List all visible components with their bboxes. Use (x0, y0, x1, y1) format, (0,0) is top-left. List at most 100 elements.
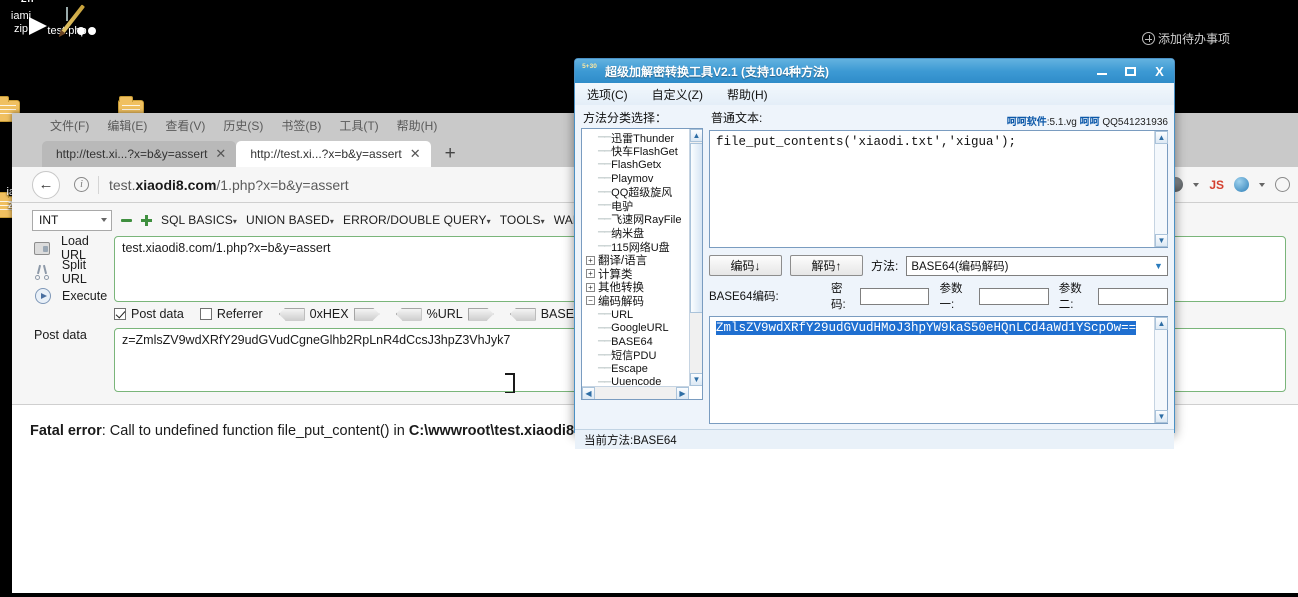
collapse-icon[interactable] (121, 218, 132, 222)
scroll-down-button[interactable]: ▼ (690, 373, 702, 386)
scroll-up-button[interactable]: ▲ (1155, 317, 1168, 330)
plain-text-label: 普通文本: (711, 111, 763, 125)
chevron-down-icon[interactable] (1259, 182, 1265, 187)
expand-node-icon[interactable]: + (586, 282, 595, 292)
hackbar-type-select[interactable]: INT (32, 209, 112, 231)
chevron-down-icon[interactable] (1193, 182, 1200, 187)
tree-node[interactable]: ── GoogleURL (582, 321, 702, 335)
plain-text-input[interactable]: file_put_contents('xiaodi.txt','xigua');… (709, 130, 1168, 248)
tree-node[interactable]: ── FlashGetx (582, 158, 702, 172)
hackbar-menu-tools[interactable]: TOOLS▾ (500, 213, 545, 227)
tool-right-panel: 普通文本: 呵呵软件:5.1.vg 呵呵 QQ541231936 file_pu… (709, 109, 1169, 424)
desktop-icon-test-php[interactable]: test.php (30, 4, 104, 38)
decode-arrow-icon[interactable] (395, 307, 422, 321)
hex-encoder[interactable]: 0xHEX (278, 307, 380, 321)
menu-history[interactable]: 历史(S) (223, 117, 263, 134)
scroll-up-button[interactable]: ▲ (690, 129, 702, 142)
load-url-button[interactable]: Load URL (34, 234, 114, 262)
scrollbar-thumb[interactable] (690, 143, 702, 313)
tree-node[interactable]: − 编码解码 (582, 294, 702, 308)
scroll-down-button[interactable]: ▼ (1155, 234, 1168, 247)
menu-tools[interactable]: 工具(T) (339, 117, 378, 134)
encode-button[interactable]: 编码↓ (709, 255, 782, 276)
browser-tab-2[interactable]: http://test.xi...?x=b&y=assert ✕ (236, 141, 431, 167)
decode-arrow-icon[interactable] (278, 307, 305, 321)
result-output[interactable]: ZmlsZV9wdXRfY29udGVudHMoJ3hpYW9kaS50eHQn… (709, 316, 1168, 424)
new-tab-button[interactable]: + (431, 143, 468, 167)
globe-blue-icon[interactable] (1234, 177, 1249, 192)
split-url-label: Split URL (61, 258, 87, 286)
execute-button[interactable]: Execute (34, 284, 114, 308)
method-tree[interactable]: ── 迅雷Thunder ── 快车FlashGet ── FlashGetx ── Play… (581, 128, 703, 400)
add-todo-widget[interactable]: 添加待办事项 (1130, 0, 1298, 57)
tool-statusbar: 当前方法:BASE64 (575, 429, 1174, 449)
tree-node[interactable]: ── 快车FlashGet (582, 145, 702, 159)
menu-help[interactable]: 帮助(H) (397, 117, 438, 134)
referrer-label: Referrer (216, 307, 263, 321)
scroll-left-button[interactable]: ◀ (582, 387, 595, 399)
back-button[interactable]: ← (32, 170, 60, 199)
tree-line-icon: ── (598, 227, 611, 239)
circle-icon[interactable] (1275, 177, 1290, 192)
url-encoder[interactable]: %URL (395, 307, 494, 321)
expand-icon[interactable] (141, 214, 152, 226)
tree-line-icon: ── (598, 213, 611, 225)
collapse-node-icon[interactable]: − (586, 296, 595, 306)
brand-name: 呵呵软件 (1006, 117, 1047, 128)
tree-node[interactable]: ── URL (582, 308, 702, 322)
hackbar-menu-error-double-query[interactable]: ERROR/DOUBLE QUERY▾ (343, 213, 491, 227)
password-label: 密码: (831, 283, 846, 311)
hackbar-menu-sql-basics[interactable]: SQL BASICS▾ (161, 213, 237, 227)
tree-node-label: BASE64 (611, 335, 653, 348)
menu-file[interactable]: 文件(F) (50, 117, 89, 134)
result-scrollbar[interactable]: ▲ ▼ (1154, 317, 1168, 423)
param1-input[interactable] (978, 287, 1049, 305)
tool-menu-help[interactable]: 帮助(H) (727, 86, 768, 103)
minimize-button[interactable] (1087, 59, 1116, 83)
split-url-button[interactable]: Split URL (34, 258, 114, 286)
scroll-up-button[interactable]: ▲ (1155, 131, 1168, 144)
js-icon[interactable]: JS (1209, 178, 1224, 192)
scroll-right-button[interactable]: ▶ (676, 387, 689, 399)
maximize-button[interactable] (1116, 59, 1145, 83)
tree-node-label: 快车FlashGet (611, 146, 678, 159)
expand-node-icon[interactable]: + (586, 269, 595, 279)
tab-close-icon[interactable]: ✕ (215, 146, 226, 162)
expand-node-icon[interactable]: + (586, 255, 595, 265)
referrer-checkbox[interactable]: Referrer (199, 307, 263, 321)
tool-menu-custom[interactable]: 自定义(Z) (652, 86, 703, 103)
tree-vertical-scrollbar[interactable]: ▲ ▼ (689, 129, 702, 386)
url-enc-label: %URL (426, 307, 463, 321)
menu-view[interactable]: 查看(V) (165, 117, 205, 134)
post-data-checkbox[interactable]: Post data (114, 307, 184, 321)
tree-line-icon: ── (598, 145, 611, 157)
menu-bookmarks[interactable]: 书签(B) (281, 117, 321, 134)
param2-label: 参数二: (1058, 283, 1082, 311)
tree-node[interactable]: ── QQ超级旋风 (582, 185, 702, 200)
tree-line-icon: ── (598, 322, 611, 334)
tree-horizontal-scrollbar[interactable]: ◀ ▶ (582, 386, 689, 399)
hackbar-menu-union-based[interactable]: UNION BASED▾ (246, 213, 334, 227)
decode-button[interactable]: 解码↑ (790, 255, 863, 276)
menu-edit[interactable]: 编辑(E) (107, 117, 147, 134)
browser-tab-1[interactable]: http://test.xi...?x=b&y=assert ✕ (42, 141, 237, 167)
method-dropdown[interactable]: BASE64(编码解码) ▼ (906, 255, 1168, 276)
encode-arrow-icon[interactable] (353, 307, 380, 321)
decode-arrow-icon[interactable] (509, 307, 536, 321)
tool-menu-options[interactable]: 选项(C) (587, 86, 628, 103)
password-input[interactable] (859, 287, 930, 305)
tree-node[interactable]: ── 短信PDU (582, 349, 702, 363)
close-button[interactable]: X (1145, 59, 1174, 83)
site-info-icon[interactable]: i (74, 177, 89, 192)
error-separator: : (101, 423, 110, 439)
execute-icon (34, 288, 51, 305)
tree-node[interactable]: ── Escape (582, 362, 702, 376)
param2-input[interactable] (1098, 287, 1169, 305)
encode-arrow-icon[interactable] (467, 307, 494, 321)
chevron-down-icon[interactable]: ▼ (1150, 257, 1167, 275)
tool-menubar: 选项(C) 自定义(Z) 帮助(H) (575, 83, 1174, 105)
plain-text-scrollbar[interactable]: ▲ ▼ (1154, 131, 1168, 247)
scroll-down-button[interactable]: ▼ (1155, 410, 1168, 423)
tab-close-icon[interactable]: ✕ (410, 146, 421, 162)
tool-titlebar[interactable]: 5+30 超级加解密转换工具V2.1 (支持104种方法) X (575, 59, 1174, 83)
